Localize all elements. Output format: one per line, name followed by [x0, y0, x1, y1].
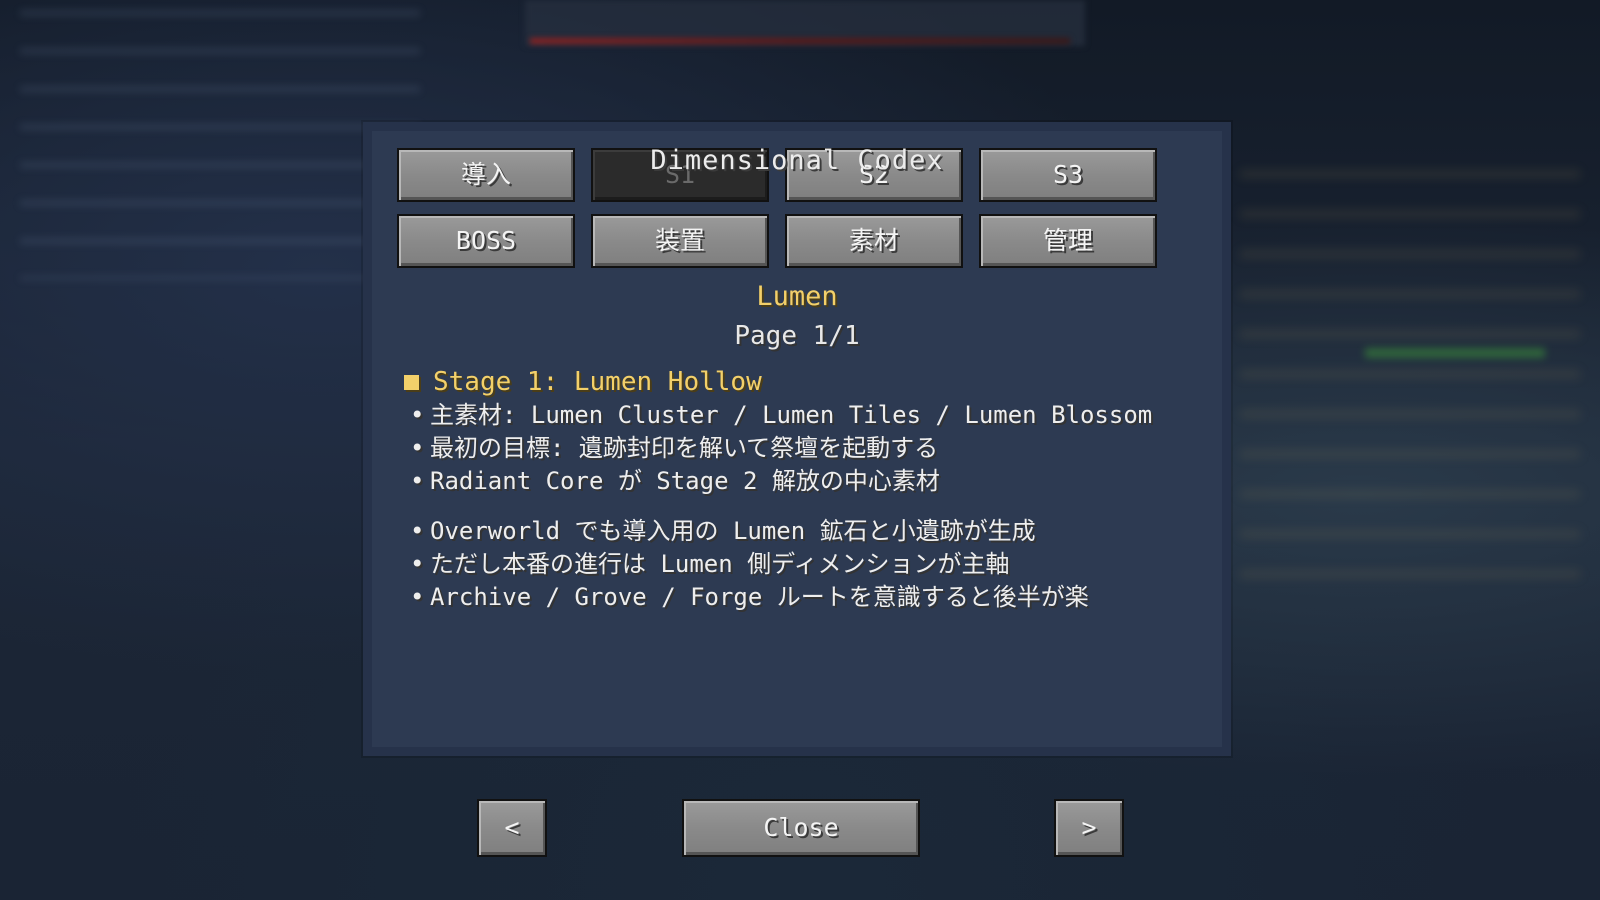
list-item: • Archive / Grove / Forge ルートを意識すると後半が楽	[404, 581, 1224, 614]
chevron-right-icon: >	[1081, 813, 1097, 842]
tab-materials[interactable]: 素材	[785, 214, 963, 268]
background-bossbar-health	[530, 38, 1070, 44]
bullet-dot-icon: •	[410, 434, 425, 462]
close-button[interactable]: Close	[682, 799, 920, 857]
bullet-dot-icon: •	[410, 517, 425, 545]
list-item: • ただし本番の進行は Lumen 側ディメンションが主軸	[404, 548, 1224, 581]
tab-management[interactable]: 管理	[979, 214, 1157, 268]
tab-devices[interactable]: 装置	[591, 214, 769, 268]
next-page-button[interactable]: >	[1054, 799, 1124, 857]
background-scoreboard-blur	[1240, 170, 1580, 590]
bullet-dot-icon: •	[410, 583, 425, 611]
bullet-dot-icon: •	[410, 401, 425, 429]
stage-title: Stage 1: Lumen Hollow	[433, 367, 762, 397]
bullet-dot-icon: •	[410, 550, 425, 578]
page-heading: Lumen	[756, 281, 838, 312]
stage-heading: Stage 1: Lumen Hollow	[404, 365, 1224, 399]
chevron-left-icon: <	[504, 813, 520, 842]
page-content: Stage 1: Lumen Hollow • 主素材: Lumen Cluste…	[404, 365, 1224, 614]
tab-boss[interactable]: BOSS	[397, 214, 575, 268]
list-item: • Overworld でも導入用の Lumen 鉱石と小遺跡が生成	[404, 515, 1224, 548]
list-item: • 主素材: Lumen Cluster / Lumen Tiles / Lume…	[404, 399, 1224, 432]
bullet-dot-icon: •	[410, 467, 425, 495]
background-green-bar	[1365, 348, 1545, 358]
codex-panel: Dimensional Codex 導入 S1 S2 S3 BOSS 装置 素材…	[363, 122, 1231, 756]
background-chat-blur	[20, 10, 420, 280]
list-item: • Radiant Core が Stage 2 解放の中心素材	[404, 465, 1224, 498]
game-screen: Dimensional Codex 導入 S1 S2 S3 BOSS 装置 素材…	[0, 0, 1600, 900]
page-indicator: Page 1/1	[734, 321, 860, 351]
square-bullet-icon	[404, 374, 419, 390]
panel-title: Dimensional Codex	[650, 145, 944, 176]
list-item: • 最初の目標: 遺跡封印を解いて祭壇を起動する	[404, 432, 1224, 465]
prev-page-button[interactable]: <	[477, 799, 547, 857]
